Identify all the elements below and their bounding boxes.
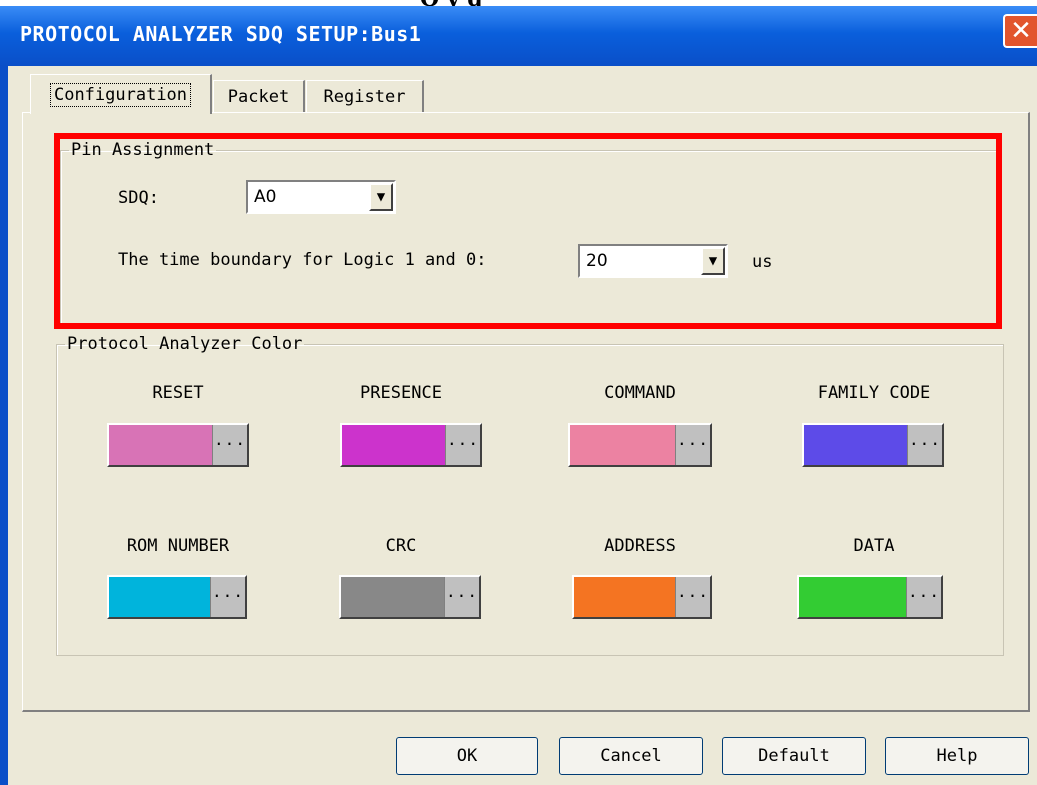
command-color-swatch	[570, 425, 675, 465]
reset-color-swatch	[109, 425, 212, 465]
family-code-color-button[interactable]: ...	[802, 423, 944, 467]
presence-color-swatch	[342, 425, 445, 465]
rom-number-color-swatch	[109, 577, 210, 617]
ellipsis-icon: ...	[675, 577, 710, 617]
analyzer-color-legend: Protocol Analyzer Color	[67, 334, 303, 354]
reset-color-button[interactable]: ...	[107, 423, 249, 467]
family-code-color-swatch	[804, 425, 907, 465]
rom-number-color-label: ROM NUMBER	[126, 536, 230, 556]
cancel-button[interactable]: Cancel	[559, 737, 703, 775]
tab-configuration-label: Configuration	[49, 82, 192, 107]
tab-register-label: Register	[323, 86, 406, 107]
ellipsis-icon: ...	[907, 425, 942, 465]
window-frame-left	[0, 66, 8, 785]
ellipsis-icon: ...	[906, 577, 941, 617]
tab-packet[interactable]: Packet	[213, 80, 305, 112]
data-color-label: DATA	[853, 536, 895, 556]
command-color-button[interactable]: ...	[568, 423, 712, 467]
address-color-swatch	[574, 577, 675, 617]
data-color-button[interactable]: ...	[797, 575, 943, 619]
ellipsis-icon: ...	[212, 425, 247, 465]
crc-color-label: CRC	[385, 536, 417, 556]
default-button[interactable]: Default	[722, 737, 866, 775]
tab-configuration[interactable]: Configuration	[30, 74, 212, 114]
tab-register[interactable]: Register	[306, 80, 424, 112]
presence-color-button[interactable]: ...	[340, 423, 482, 467]
window-title: PROTOCOL ANALYZER SDQ SETUP:Bus1	[20, 22, 422, 46]
ellipsis-icon: ...	[210, 577, 245, 617]
help-button[interactable]: Help	[885, 737, 1029, 775]
tab-packet-label: Packet	[227, 86, 290, 107]
data-color-swatch	[799, 577, 906, 617]
highlight-box	[54, 133, 1002, 329]
family-code-color-label: FAMILY CODE	[817, 383, 931, 403]
presence-color-label: PRESENCE	[360, 383, 442, 403]
crc-color-swatch	[341, 577, 444, 617]
crc-color-button[interactable]: ...	[339, 575, 481, 619]
close-icon[interactable]: ✕	[1003, 14, 1037, 48]
ok-button[interactable]: OK	[396, 737, 538, 775]
command-color-label: COMMAND	[604, 383, 676, 403]
ellipsis-icon: ...	[675, 425, 710, 465]
rom-number-color-button[interactable]: ...	[107, 575, 247, 619]
ellipsis-icon: ...	[444, 577, 479, 617]
reset-color-label: RESET	[152, 383, 204, 403]
address-color-label: ADDRESS	[604, 536, 676, 556]
ellipsis-icon: ...	[445, 425, 480, 465]
address-color-button[interactable]: ...	[572, 575, 712, 619]
